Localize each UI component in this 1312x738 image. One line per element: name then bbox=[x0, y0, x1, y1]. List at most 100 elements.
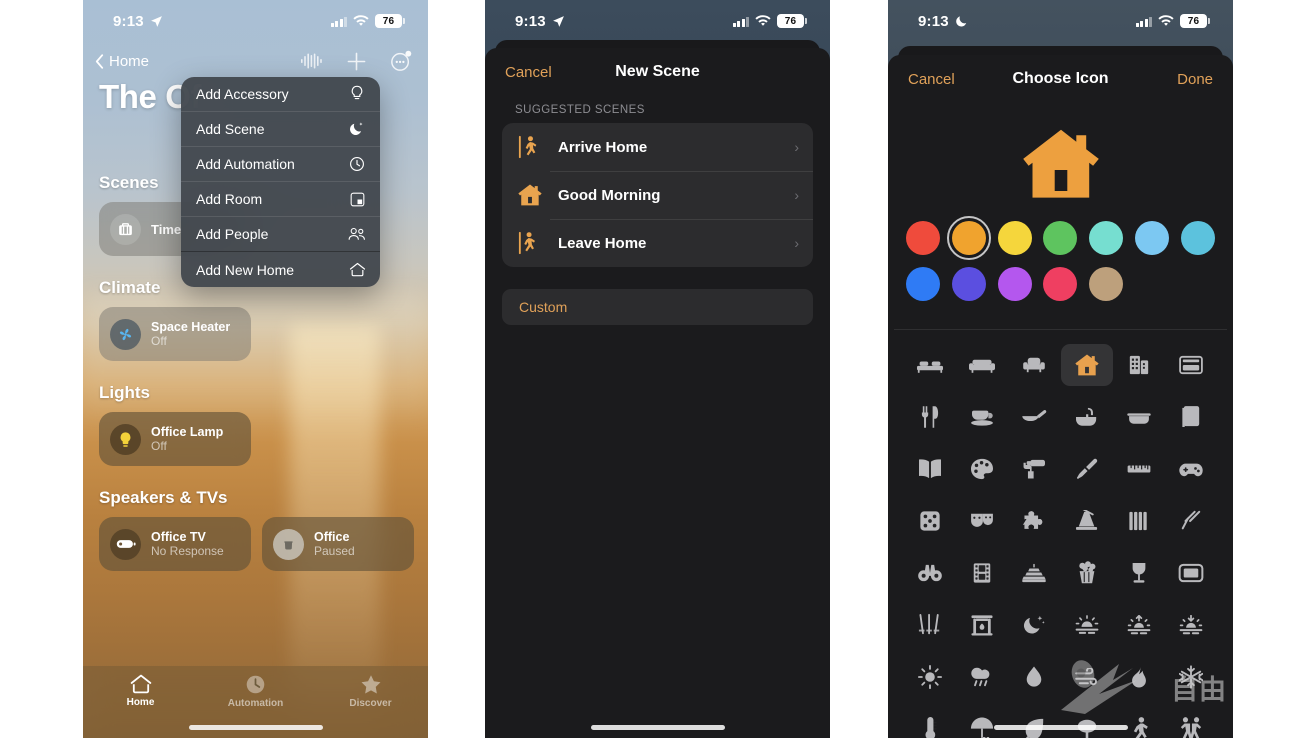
icon-cell-building-icon[interactable] bbox=[1113, 344, 1165, 386]
icon-cell-book-closed-icon[interactable] bbox=[1165, 396, 1217, 438]
menu-item-add-new-home[interactable]: Add New Home bbox=[181, 252, 380, 287]
icon-cell-bed-icon[interactable] bbox=[904, 344, 956, 386]
icon-cell-fireplace-icon[interactable] bbox=[956, 604, 1008, 646]
icon-cell-moon-stars-icon[interactable] bbox=[1008, 604, 1060, 646]
sun-horizon-icon bbox=[1075, 615, 1098, 634]
color-swatch[interactable] bbox=[951, 267, 986, 301]
color-swatch[interactable] bbox=[1089, 267, 1124, 301]
color-swatch[interactable] bbox=[1180, 221, 1215, 255]
color-swatch[interactable] bbox=[906, 267, 940, 301]
icon-cell-paint-palette-icon[interactable] bbox=[956, 448, 1008, 490]
icon-cell-paint-roller-icon[interactable] bbox=[1008, 448, 1060, 490]
menu-item-add-room[interactable]: Add Room bbox=[181, 182, 380, 217]
more-circle-icon[interactable] bbox=[390, 50, 412, 72]
ruler-icon bbox=[1127, 465, 1151, 473]
icon-cell-dancers-icon[interactable] bbox=[1165, 708, 1217, 738]
moon-stars-icon bbox=[1024, 615, 1046, 634]
icon-grid[interactable] bbox=[888, 330, 1233, 738]
icon-cell-thermometer-icon[interactable] bbox=[904, 708, 956, 738]
new-scene-sheet: Cancel New Scene SUGGESTED SCENES Arrive… bbox=[485, 48, 830, 738]
icon-cell-metronome-icon[interactable] bbox=[1061, 500, 1113, 542]
icon-cell-pan-icon[interactable] bbox=[1008, 396, 1060, 438]
icon-cell-sink-icon[interactable] bbox=[1061, 396, 1113, 438]
icon-cell-coffee-cup-icon[interactable] bbox=[956, 396, 1008, 438]
icon-cell-sunset-icon[interactable] bbox=[1165, 604, 1217, 646]
icon-cell-puzzle-piece-icon[interactable] bbox=[1008, 500, 1060, 542]
cancel-button[interactable]: Cancel bbox=[908, 71, 955, 88]
done-button[interactable]: Done bbox=[1177, 71, 1213, 88]
home-indicator[interactable] bbox=[993, 725, 1128, 730]
icon-cell-runner-icon[interactable] bbox=[1113, 708, 1165, 738]
icon-cell-sofa-icon[interactable] bbox=[956, 344, 1008, 386]
scene-row-good-morning[interactable]: Good Morning › bbox=[502, 171, 813, 219]
icon-cell-armchair-icon[interactable] bbox=[1008, 344, 1060, 386]
icon-cell-theater-masks-icon[interactable] bbox=[956, 500, 1008, 542]
icon-cell-film-strip-icon[interactable] bbox=[956, 552, 1008, 594]
custom-scene-button[interactable]: Custom bbox=[502, 289, 813, 325]
icon-cell-movie-frame-icon[interactable] bbox=[1165, 552, 1217, 594]
accessory-tile-office-lamp[interactable]: Office Lamp Off bbox=[99, 412, 251, 466]
audio-waveform-icon[interactable] bbox=[301, 53, 323, 69]
icon-cell-sun-horizon-icon[interactable] bbox=[1061, 604, 1113, 646]
icon-cell-binoculars-icon[interactable] bbox=[904, 552, 956, 594]
icon-cell-oven-icon[interactable] bbox=[1165, 344, 1217, 386]
color-swatch[interactable] bbox=[997, 267, 1032, 301]
scene-label: Arrive Home bbox=[558, 138, 648, 156]
icon-cell-gamepad-icon[interactable] bbox=[1165, 448, 1217, 490]
icon-cell-dice-icon[interactable] bbox=[904, 500, 956, 542]
icon-cell-house-icon-selected[interactable] bbox=[1060, 344, 1113, 386]
menu-item-add-automation[interactable]: Add Automation bbox=[181, 147, 380, 182]
icon-cell-leaf-icon[interactable] bbox=[1008, 708, 1060, 738]
scene-row-arrive-home[interactable]: Arrive Home › bbox=[502, 123, 813, 171]
tab-discover[interactable]: Discover bbox=[313, 674, 428, 709]
icon-cell-sunrise-icon[interactable] bbox=[1113, 604, 1165, 646]
icon-cell-book-open-icon[interactable] bbox=[904, 448, 956, 490]
accessory-tile-office-tv[interactable]: Office TV No Response bbox=[99, 517, 251, 571]
armchair-icon bbox=[1023, 357, 1046, 373]
accessory-tile-office-speaker[interactable]: Office Paused bbox=[262, 517, 414, 571]
icon-cell-wine-glass-icon[interactable] bbox=[1113, 552, 1165, 594]
icon-cell-ski-poles-icon[interactable] bbox=[904, 604, 956, 646]
icon-cell-ruler-icon[interactable] bbox=[1113, 448, 1165, 490]
color-swatch[interactable] bbox=[1043, 267, 1078, 301]
icon-cell-piano-keys-icon[interactable] bbox=[1113, 500, 1165, 542]
theater-masks-icon bbox=[971, 513, 994, 527]
icon-cell-umbrella-icon[interactable] bbox=[956, 708, 1008, 738]
color-swatch[interactable] bbox=[1043, 221, 1078, 255]
icon-cell-tree-icon[interactable] bbox=[1061, 708, 1113, 738]
menu-item-add-people[interactable]: Add People bbox=[181, 217, 380, 252]
add-context-menu[interactable]: Add Accessory Add Scene Add Automation A… bbox=[181, 77, 380, 287]
menu-item-add-scene[interactable]: Add Scene bbox=[181, 112, 380, 147]
color-swatch[interactable] bbox=[1089, 221, 1124, 255]
battery-indicator: 76 bbox=[375, 14, 405, 28]
color-swatch[interactable] bbox=[997, 221, 1032, 255]
icon-cell-cake-icon[interactable] bbox=[1008, 552, 1060, 594]
icon-cell-sun-icon[interactable] bbox=[904, 656, 956, 698]
home-app-screen: 9:13 76 Home The Of Scenes Time Climate … bbox=[83, 0, 428, 738]
icon-cell-water-drop-icon[interactable] bbox=[1008, 656, 1060, 698]
icon-cell-wind-icon[interactable] bbox=[1061, 656, 1113, 698]
icon-cell-bathtub-icon[interactable] bbox=[1113, 396, 1165, 438]
menu-item-add-accessory[interactable]: Add Accessory bbox=[181, 77, 380, 112]
back-button[interactable]: Home bbox=[95, 53, 149, 70]
home-indicator[interactable] bbox=[590, 725, 725, 730]
icon-cell-rain-cloud-icon[interactable] bbox=[956, 656, 1008, 698]
home-indicator[interactable] bbox=[188, 725, 323, 730]
tile-label: Office bbox=[314, 529, 350, 544]
sofa-icon bbox=[969, 359, 996, 373]
icon-cell-flame-icon[interactable] bbox=[1113, 656, 1165, 698]
icon-cell-snowflake-icon[interactable] bbox=[1165, 656, 1217, 698]
scene-row-leave-home[interactable]: Leave Home › bbox=[502, 219, 813, 267]
tab-home[interactable]: Home bbox=[83, 674, 198, 708]
color-swatch[interactable] bbox=[1135, 221, 1170, 255]
accessory-tile-space-heater[interactable]: Space Heater Off bbox=[99, 307, 251, 361]
color-swatch-selected[interactable] bbox=[946, 216, 991, 260]
icon-cell-paintbrush-icon[interactable] bbox=[1061, 448, 1113, 490]
icon-cell-tuning-fork-icon[interactable] bbox=[1165, 500, 1217, 542]
tab-automation[interactable]: Automation bbox=[198, 674, 313, 709]
cancel-button[interactable]: Cancel bbox=[505, 64, 552, 81]
plus-icon[interactable] bbox=[347, 52, 366, 71]
color-swatch[interactable] bbox=[906, 221, 940, 255]
icon-cell-fork-knife-icon[interactable] bbox=[904, 396, 956, 438]
icon-cell-popcorn-icon[interactable] bbox=[1061, 552, 1113, 594]
